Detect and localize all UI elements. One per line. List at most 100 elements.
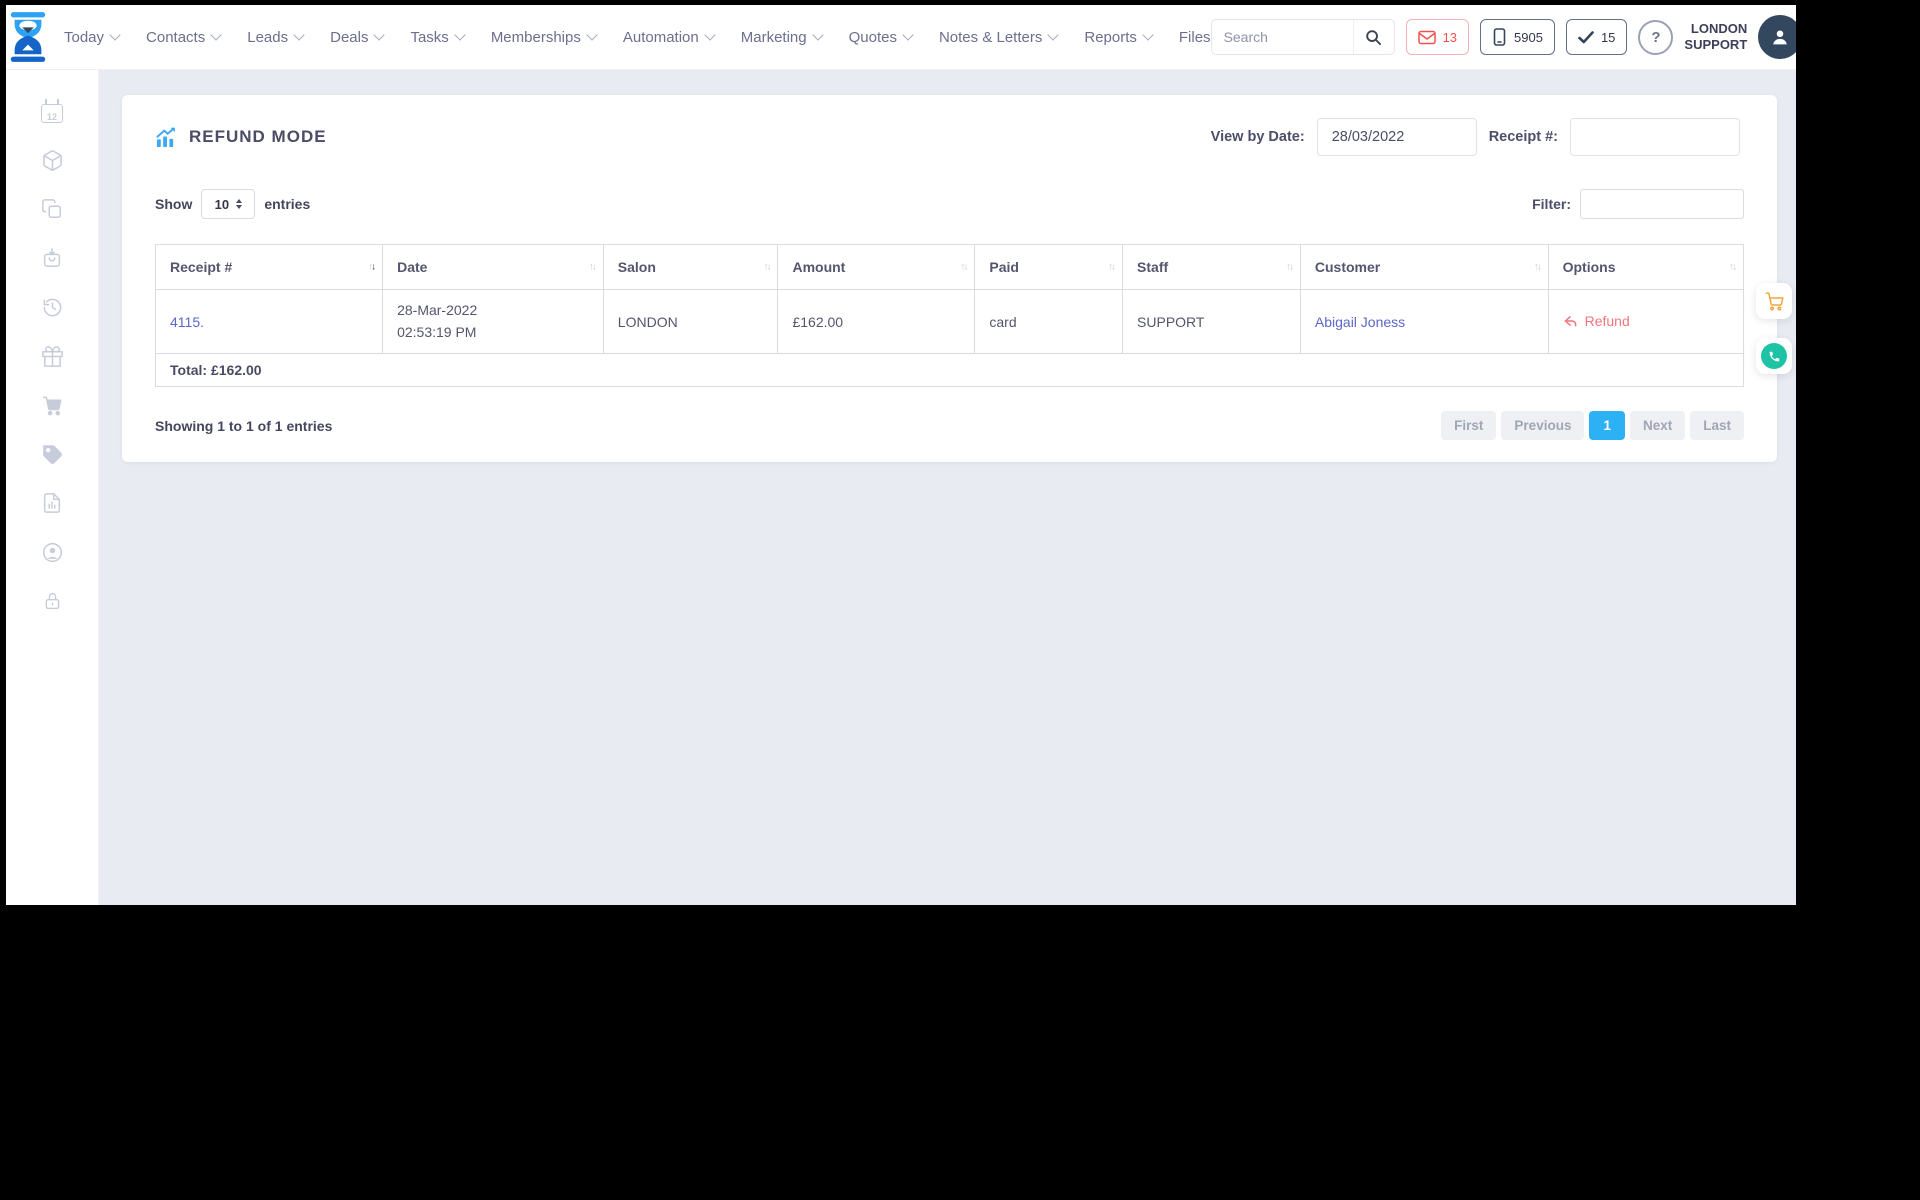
whatsapp-phone-icon <box>1761 343 1787 369</box>
nav-item-memberships[interactable]: Memberships <box>490 28 598 46</box>
column-header-paid[interactable]: Paid ↑↓ <box>974 244 1124 290</box>
nav-item-quotes[interactable]: Quotes <box>849 29 914 46</box>
column-label: Salon <box>617 259 656 275</box>
column-header-receipt[interactable]: Receipt # ↑↓ <box>154 244 384 290</box>
column-header-customer[interactable]: Customer ↑↓ <box>1299 244 1549 290</box>
cart-icon <box>42 396 61 415</box>
sidebar-item-gift-vouchers[interactable] <box>39 344 65 368</box>
sort-icon: ↑↓ <box>1285 261 1294 273</box>
nav-label: Notes & Letters <box>938 28 1043 46</box>
nav-item-contacts[interactable]: Contacts <box>146 29 222 46</box>
mail-notifications-badge[interactable]: 13 <box>1405 19 1470 55</box>
nav-label: Leads <box>247 28 289 46</box>
filter-label: Filter: <box>1532 196 1571 212</box>
view-by-date-label: View by Date: <box>1210 129 1305 145</box>
mail-count: 13 <box>1442 29 1458 45</box>
search-input[interactable] <box>1211 29 1353 45</box>
pages-icon <box>42 199 61 218</box>
nav-item-tasks[interactable]: Tasks <box>410 28 466 46</box>
cell-receipt: 4115. <box>154 288 384 355</box>
table-row: 4115. 28-Mar-2022 02:53:19 PM LONDON £16… <box>154 288 1745 355</box>
nav-item-leads[interactable]: Leads <box>247 28 305 46</box>
date-value: 28-Mar-2022 <box>397 302 478 318</box>
receipt-link[interactable]: 4115. <box>170 314 204 330</box>
floating-whatsapp-button[interactable] <box>1756 338 1792 374</box>
calendar-icon: 12 <box>41 98 63 123</box>
sidebar-item-security[interactable] <box>39 589 65 613</box>
nav-item-marketing[interactable]: Marketing <box>741 29 824 46</box>
chevron-down-icon <box>1047 29 1060 41</box>
stepper-icon <box>236 199 243 209</box>
nav-label: Memberships <box>490 28 581 46</box>
chevron-down-icon <box>586 29 598 41</box>
refund-button[interactable]: Refund <box>1563 313 1630 329</box>
sms-credit-badge[interactable]: 5905 <box>1480 19 1555 55</box>
sidebar-item-history[interactable] <box>39 295 65 319</box>
refunds-table: Receipt # ↑↓ Date ↑↓ Salon ↑↓ Amount ↑↓ Paid… <box>154 244 1745 355</box>
filter-input[interactable] <box>1580 189 1744 219</box>
refund-mode-card: REFUND MODE View by Date: Receipt #: Sho… <box>122 95 1777 463</box>
pagination-next[interactable]: Next <box>1629 411 1686 441</box>
user-avatar[interactable] <box>1758 15 1796 59</box>
cart-icon <box>1764 291 1784 310</box>
nav-label: Automation <box>622 28 699 46</box>
view-by-date-input[interactable] <box>1316 118 1477 156</box>
column-label: Amount <box>792 259 846 275</box>
nav-item-notes-letters[interactable]: Notes & Letters <box>938 28 1060 46</box>
search-icon[interactable] <box>1352 20 1394 54</box>
chevron-down-icon <box>293 29 305 41</box>
entries-label: entries <box>264 196 311 212</box>
table-footer: Showing 1 to 1 of 1 entries First Previo… <box>155 411 1744 441</box>
nav-item-automation[interactable]: Automation <box>622 28 716 46</box>
sidebar-item-account[interactable] <box>39 540 65 564</box>
column-header-staff[interactable]: Staff ↑↓ <box>1122 244 1301 290</box>
sidebar-item-orders[interactable] <box>39 246 65 270</box>
show-entries-select[interactable]: 10 <box>201 189 256 219</box>
column-header-date[interactable]: Date ↑↓ <box>382 244 604 290</box>
column-label: Paid <box>989 259 1019 275</box>
pagination-page-1[interactable]: 1 <box>1589 411 1625 441</box>
sidebar-item-duplicates[interactable] <box>39 197 65 221</box>
sort-icon: ↑↓ <box>1108 261 1116 273</box>
column-header-amount[interactable]: Amount ↑↓ <box>777 244 976 290</box>
tasks-done-badge[interactable]: 15 <box>1565 19 1628 55</box>
cell-customer: Abigail Joness <box>1299 288 1549 355</box>
receipt-number-label: Receipt #: <box>1488 129 1558 145</box>
nav-item-reports[interactable]: Reports <box>1084 29 1154 46</box>
tasks-count: 15 <box>1600 29 1616 45</box>
sidebar-item-discounts[interactable] <box>39 442 65 466</box>
filter-control: Filter: <box>1532 189 1744 219</box>
pagination-first[interactable]: First <box>1441 411 1497 441</box>
nav-label: Files <box>1178 28 1211 46</box>
app-window: Today Contacts Leads Deals Tasks Members… <box>6 5 1796 905</box>
show-entries-control: Show 10 entries <box>155 189 310 219</box>
sidebar-item-products[interactable] <box>39 148 65 172</box>
pagination-last[interactable]: Last <box>1690 411 1744 441</box>
help-button[interactable]: ? <box>1638 19 1674 55</box>
column-label: Staff <box>1137 259 1169 275</box>
card-header: REFUND MODE View by Date: Receipt #: <box>155 118 1744 156</box>
nav-item-today[interactable]: Today <box>64 29 121 46</box>
nav-item-files[interactable]: Files <box>1179 29 1211 46</box>
nav-item-deals[interactable]: Deals <box>330 29 386 46</box>
app-logo[interactable] <box>6 12 50 62</box>
customer-link[interactable]: Abigail Joness <box>1315 314 1405 330</box>
sidebar-item-reports[interactable] <box>39 491 65 515</box>
top-navigation-bar: Today Contacts Leads Deals Tasks Members… <box>6 5 1796 69</box>
column-label: Receipt # <box>170 259 233 275</box>
floating-cart-button[interactable] <box>1756 283 1792 319</box>
nav-label: Tasks <box>410 28 449 46</box>
mobile-icon <box>1493 28 1506 46</box>
sidebar-item-pos[interactable] <box>39 393 65 417</box>
cell-options: Refund <box>1547 288 1745 355</box>
package-icon <box>42 149 62 171</box>
sms-count: 5905 <box>1514 29 1543 45</box>
sort-icon: ↑↓ <box>1729 261 1737 273</box>
column-header-options[interactable]: Options ↑↓ <box>1547 244 1745 290</box>
sidebar-item-calendar[interactable]: 12 <box>39 98 65 123</box>
pagination-previous[interactable]: Previous <box>1501 411 1585 441</box>
receipt-number-input[interactable] <box>1570 118 1740 156</box>
page-title-text: REFUND MODE <box>189 127 327 146</box>
table-total-row: Total: £162.00 <box>155 353 1744 388</box>
column-header-salon[interactable]: Salon ↑↓ <box>602 244 779 290</box>
